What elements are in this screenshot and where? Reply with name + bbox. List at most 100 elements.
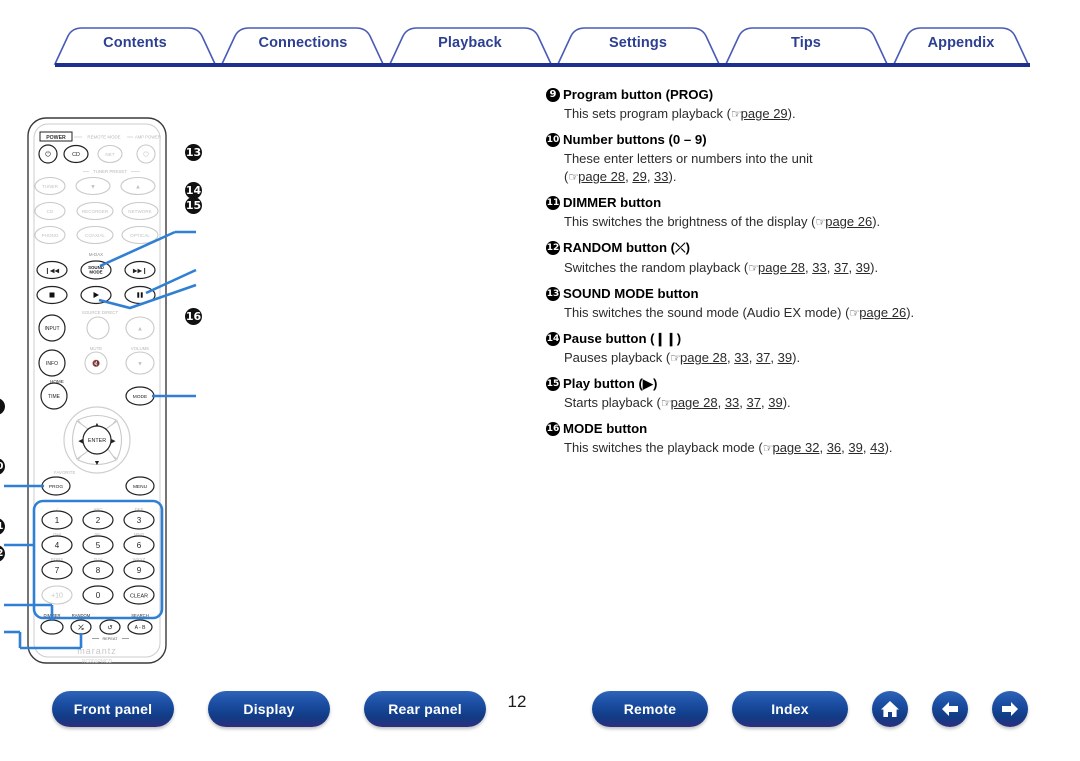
svg-text:MENU: MENU — [133, 484, 148, 490]
remote-control-diagram: .bodyline{fill:#ffffff;stroke:#3a3a3a;st… — [0, 80, 430, 680]
svg-text:SOURCE DIRECT: SOURCE DIRECT — [82, 310, 119, 315]
svg-text:POWER: POWER — [46, 135, 66, 141]
nav-index-button[interactable]: Index — [732, 691, 848, 727]
page-link[interactable]: 43 — [870, 440, 884, 455]
page-link[interactable]: 33 — [654, 169, 668, 184]
svg-text:6: 6 — [137, 541, 142, 550]
entry-9-title: Program button (PROG) — [563, 87, 714, 102]
page-link[interactable]: page 28 — [671, 395, 718, 410]
pointing-hand-icon: ☞ — [730, 107, 742, 121]
page-link[interactable]: 37 — [834, 260, 848, 275]
entry-14-title: Pause button (❙❙) — [563, 331, 682, 346]
entry-16-heading: 16 MODE button — [546, 419, 1046, 438]
svg-text:marantz: marantz — [77, 646, 117, 656]
page-link[interactable]: 36 — [827, 440, 841, 455]
svg-text:▼: ▼ — [90, 185, 96, 191]
page-link[interactable]: 37 — [747, 395, 761, 410]
nav-display-button[interactable]: Display — [208, 691, 330, 727]
body-text: This sets program playback ( — [564, 106, 731, 121]
button-description-list: 9 Program button (PROG) This sets progra… — [546, 78, 1046, 457]
svg-text:INFO: INFO — [46, 361, 58, 367]
nav-remote-button[interactable]: Remote — [592, 691, 708, 727]
svg-text:5: 5 — [96, 541, 101, 550]
pointing-hand-icon: ☞ — [670, 351, 681, 365]
arrow-left-icon — [942, 702, 958, 716]
svg-text:2: 2 — [96, 516, 101, 525]
nav-front-panel-button[interactable]: Front panel — [52, 691, 174, 727]
forward-button[interactable] — [992, 691, 1028, 727]
page-link[interactable]: 39 — [778, 350, 792, 365]
svg-text:PHONO: PHONO — [42, 233, 59, 238]
svg-text:CD: CD — [47, 209, 54, 214]
svg-text:CD: CD — [72, 152, 80, 158]
callout-12: 12 — [0, 543, 5, 562]
entry-16: 16 MODE button This switches the playbac… — [546, 419, 1046, 457]
svg-text:+10: +10 — [51, 593, 63, 600]
remote-svg: .bodyline{fill:#ffffff;stroke:#3a3a3a;st… — [4, 117, 197, 665]
page-link[interactable]: page 28 — [680, 350, 727, 365]
page-link[interactable]: 39 — [848, 440, 862, 455]
tab-playback[interactable]: Playback — [414, 35, 526, 51]
svg-text:A - B: A - B — [135, 625, 147, 631]
tab-appendix[interactable]: Appendix — [918, 35, 1004, 51]
svg-text:TUNER: TUNER — [42, 184, 59, 189]
page-link[interactable]: 39 — [768, 395, 782, 410]
svg-text:FAVORITE: FAVORITE — [54, 470, 75, 475]
svg-text:CLEAR: CLEAR — [130, 594, 148, 600]
svg-text:0: 0 — [96, 591, 101, 600]
svg-text:SEARCH: SEARCH — [131, 613, 148, 618]
tab-tips[interactable]: Tips — [750, 35, 862, 51]
entry-16-number: 16 — [546, 422, 560, 436]
page-link[interactable]: page 29 — [741, 106, 788, 121]
page-link[interactable]: 33 — [725, 395, 739, 410]
svg-text:⏻: ⏻ — [143, 151, 149, 159]
page-link[interactable]: page 26 — [825, 214, 872, 229]
svg-text:NET: NET — [105, 152, 114, 157]
svg-text:▲: ▲ — [135, 185, 141, 191]
svg-text:RC001PMCD: RC001PMCD — [82, 659, 113, 665]
tab-underline — [55, 63, 1030, 67]
svg-text:RECORDER: RECORDER — [82, 209, 109, 214]
page-link[interactable]: 37 — [756, 350, 770, 365]
top-navigation-tabs[interactable]: Contents Connections Playback Settings T… — [0, 22, 1080, 68]
page-link[interactable]: 33 — [812, 260, 826, 275]
nav-rear-panel-button[interactable]: Rear panel — [364, 691, 486, 727]
entry-15-heading: 15 Play button (▶) — [546, 374, 1046, 393]
home-icon — [881, 701, 899, 717]
entry-11-body: This switches the brightness of the disp… — [564, 214, 881, 229]
tab-settings[interactable]: Settings — [582, 35, 694, 51]
svg-text:MODE: MODE — [89, 270, 102, 275]
body-suffix: ). — [787, 106, 796, 121]
pointing-hand-icon: ☞ — [568, 170, 579, 184]
page-link[interactable]: page 28 — [578, 169, 625, 184]
entry-10-title: Number buttons (0 – 9) — [563, 132, 707, 147]
page-link[interactable]: page 28 — [758, 260, 805, 275]
page-link[interactable]: page 26 — [859, 305, 906, 320]
entry-14: 14 Pause button (❙❙) Pauses playback (☞p… — [546, 329, 1046, 367]
home-button[interactable] — [872, 691, 908, 727]
svg-text:NETWORK: NETWORK — [128, 209, 152, 214]
page-link[interactable]: 33 — [734, 350, 748, 365]
svg-text:⏻: ⏻ — [45, 150, 51, 158]
tab-contents[interactable]: Contents — [80, 35, 190, 51]
bottom-navigation-bar: Front panel Display Rear panel 12 Remote… — [0, 686, 1080, 738]
svg-text:TIME: TIME — [48, 394, 61, 400]
page-link[interactable]: 29 — [632, 169, 646, 184]
back-button[interactable] — [932, 691, 968, 727]
page-number: 12 — [507, 692, 527, 711]
entry-12-body: Switches the random playback (☞page 28, … — [564, 260, 879, 275]
svg-text:RANDOM: RANDOM — [72, 613, 91, 618]
tab-connections[interactable]: Connections — [245, 35, 361, 51]
page-link[interactable]: 39 — [856, 260, 870, 275]
entry-9-body: This sets program playback (☞page 29). — [564, 105, 1046, 123]
callout-10: 10 — [0, 456, 5, 475]
svg-text:M-DAX: M-DAX — [89, 252, 103, 257]
entry-9-heading: 9 Program button (PROG) — [546, 85, 1046, 104]
entry-9: 9 Program button (PROG) This sets progra… — [546, 85, 1046, 123]
entry-10-number: 10 — [546, 133, 560, 147]
svg-text:ENTER: ENTER — [88, 438, 106, 444]
page-link[interactable]: page 32 — [772, 440, 819, 455]
entry-15-number: 15 — [546, 377, 560, 391]
entry-10: 10 Number buttons (0 – 9) These enter le… — [546, 130, 1046, 186]
entry-12-heading: 12 RANDOM button (⤫) — [546, 238, 1046, 258]
